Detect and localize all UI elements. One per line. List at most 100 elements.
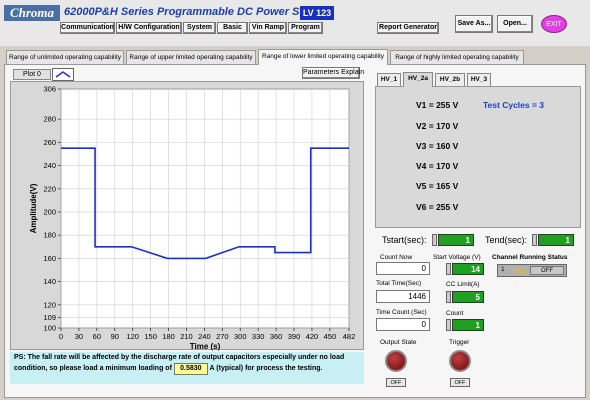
amplitude-chart: 1001091201401601802002202402602803060 30 6… bbox=[29, 85, 356, 352]
count-input[interactable]: 1 bbox=[452, 319, 484, 331]
chroma-logo: Chroma bbox=[4, 5, 60, 21]
x-tick-label: 270 bbox=[216, 332, 229, 341]
tend-input[interactable]: 1 bbox=[538, 234, 574, 246]
x-tick-label: 0 bbox=[59, 332, 63, 341]
tab-hv-2b[interactable]: HV_2b bbox=[435, 73, 465, 86]
y-tick-label: 100 bbox=[43, 324, 56, 333]
x-tick-label: 330 bbox=[252, 332, 265, 341]
tab-unlimited-range[interactable]: Range of unlimited operating capability bbox=[6, 50, 124, 64]
menu-basic[interactable]: Basic bbox=[217, 22, 248, 34]
y-tick-label: 120 bbox=[43, 300, 56, 309]
output-state-led[interactable] bbox=[385, 350, 407, 372]
x-tick-label: 120 bbox=[126, 332, 139, 341]
tstart-input[interactable]: 1 bbox=[438, 234, 474, 246]
tstart-label: Tstart(sec): bbox=[382, 235, 427, 245]
x-tick-label: 30 bbox=[75, 332, 83, 341]
count-now-label: Count Now bbox=[380, 254, 413, 261]
open-button[interactable]: Open... bbox=[497, 15, 533, 33]
count-spinner[interactable] bbox=[446, 319, 451, 331]
plot-legend-swatch[interactable] bbox=[52, 68, 74, 81]
chart-container: 100 109 120 140 160 180 200 220 240 260 280 306 0 30 6… bbox=[10, 81, 364, 352]
trigger-button[interactable]: OFF bbox=[450, 378, 470, 387]
total-time-label: Total Time(Sec) bbox=[376, 280, 422, 287]
v1-label: V1 = 255 V bbox=[416, 100, 459, 110]
trigger-label: Trigger bbox=[449, 339, 470, 346]
cc-limit-input[interactable]: 5 bbox=[452, 291, 484, 303]
start-voltage-spinner[interactable] bbox=[446, 263, 451, 275]
line-style-icon bbox=[55, 71, 71, 78]
x-axis-label: Time (s) bbox=[190, 342, 221, 351]
y-tick-label: 280 bbox=[43, 115, 56, 124]
x-tick-label: 360 bbox=[270, 332, 283, 341]
y-tick-label: 180 bbox=[43, 231, 56, 240]
tstart-spinner[interactable] bbox=[432, 234, 437, 246]
x-tick-label: 240 bbox=[198, 332, 211, 341]
v6-label: V6 = 255 V bbox=[416, 202, 459, 212]
tab-lower-limited-range[interactable]: Range of lower limited operating capabil… bbox=[258, 49, 388, 65]
save-as-button[interactable]: Save As... bbox=[455, 15, 493, 33]
menu-system[interactable]: System bbox=[183, 22, 216, 34]
x-tick-label: 150 bbox=[144, 332, 157, 341]
note-text-after: A (typical) for process the testing. bbox=[209, 365, 323, 372]
x-tick-label: 482 bbox=[343, 332, 356, 341]
tab-hv-3[interactable]: HV_3 bbox=[467, 73, 491, 86]
channel-number: 1 bbox=[501, 266, 505, 273]
x-tick-label: 210 bbox=[180, 332, 193, 341]
x-tick-label: 90 bbox=[111, 332, 119, 341]
y-tick-label: 200 bbox=[43, 207, 56, 216]
v5-label: V5 = 165 V bbox=[416, 181, 459, 191]
exit-button[interactable]: EXIT bbox=[541, 15, 567, 33]
v2-label: V2 = 170 V bbox=[416, 121, 459, 131]
test-cycles-label: Test Cycles = 3 bbox=[483, 100, 545, 110]
tab-highly-limited-range[interactable]: Range of highly limited operating capabi… bbox=[390, 50, 524, 64]
discharge-note: PS: The fall rate will be affected by th… bbox=[10, 352, 364, 384]
min-loading-value: 0.5830 bbox=[173, 363, 208, 375]
x-tick-label: 180 bbox=[162, 332, 175, 341]
cc-limit-label: CC Limit(A) bbox=[446, 281, 480, 288]
v4-label: V4 = 170 V bbox=[416, 161, 459, 171]
trigger-led[interactable] bbox=[449, 350, 471, 372]
menu-hw-configuration[interactable]: H/W Configuration bbox=[116, 22, 182, 34]
plot-area bbox=[60, 88, 350, 329]
menu-vin-ramp[interactable]: Vin Ramp bbox=[249, 22, 287, 34]
v3-label: V3 = 160 V bbox=[416, 141, 459, 151]
channel-status-indicator: 1 OFF bbox=[497, 264, 567, 277]
tab-hv-2a[interactable]: HV_2a bbox=[403, 72, 433, 87]
x-tick-label: 60 bbox=[93, 332, 101, 341]
y-tick-label: 220 bbox=[43, 184, 56, 193]
tend-label: Tend(sec): bbox=[485, 235, 528, 245]
hv-panel bbox=[375, 86, 581, 228]
parameters-explain-button[interactable]: Parameters Explain bbox=[302, 67, 364, 79]
total-time-value: 1446 bbox=[376, 290, 430, 303]
menu-program[interactable]: Program bbox=[288, 22, 323, 34]
tab-hv-1[interactable]: HV_1 bbox=[377, 73, 401, 86]
count-now-value: 0 bbox=[376, 262, 430, 275]
y-tick-label: 260 bbox=[43, 138, 56, 147]
output-state-button[interactable]: OFF bbox=[386, 378, 406, 387]
x-tick-label: 300 bbox=[234, 332, 247, 341]
time-count-label: Time Count (Sec) bbox=[376, 309, 427, 316]
cc-limit-spinner[interactable] bbox=[446, 291, 451, 303]
menu-communication[interactable]: Communication bbox=[60, 22, 115, 34]
report-generator-button[interactable]: Report Generator bbox=[377, 22, 439, 34]
channel-status-label: Channel Running Status bbox=[492, 254, 568, 261]
tab-upper-limited-range[interactable]: Range of upper limited operating capabil… bbox=[126, 50, 256, 64]
output-state-label: Output State bbox=[380, 339, 417, 346]
tend-spinner[interactable] bbox=[532, 234, 537, 246]
x-tick-label: 450 bbox=[324, 332, 337, 341]
y-tick-label: 160 bbox=[43, 254, 56, 263]
start-voltage-input[interactable]: 14 bbox=[452, 263, 484, 275]
channel-state: OFF bbox=[530, 266, 564, 275]
x-tick-label: 390 bbox=[288, 332, 301, 341]
y-tick-label: 240 bbox=[43, 161, 56, 170]
x-tick-label: 420 bbox=[306, 332, 319, 341]
time-count-value: 0 bbox=[376, 318, 430, 331]
count-label: Count bbox=[446, 310, 464, 317]
version-badge: LV 123 bbox=[300, 6, 334, 20]
y-tick-label: 140 bbox=[43, 277, 56, 286]
plot-label: Plot 0 bbox=[13, 69, 51, 80]
start-voltage-label: Start Voltage (V) bbox=[433, 254, 481, 261]
y-axis-label: Amplitude(V) bbox=[29, 183, 38, 233]
y-tick-label: 109 bbox=[43, 313, 56, 322]
app-title: 62000P&H Series Programmable DC Power Su… bbox=[64, 6, 329, 18]
